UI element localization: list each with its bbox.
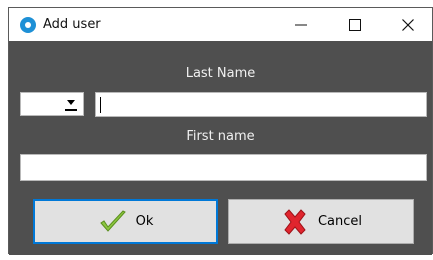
last-name-field[interactable]: [95, 92, 427, 117]
cancel-label: Cancel: [317, 214, 363, 229]
close-icon: [402, 18, 414, 31]
ok-button[interactable]: Ok: [33, 199, 218, 244]
title-bar[interactable]: Add user: [9, 8, 432, 41]
dropdown-arrow-button[interactable]: [60, 94, 82, 114]
combo-arrow-underline: [65, 109, 77, 111]
close-button[interactable]: [386, 8, 430, 41]
cancel-button[interactable]: Cancel: [228, 199, 414, 244]
dialog-body: Last Name First name Ok Cancel: [9, 41, 432, 255]
app-icon: [20, 17, 36, 33]
checkmark-icon: [99, 209, 126, 232]
window-title: Add user: [43, 17, 101, 32]
last-name-label: Last Name: [185, 66, 256, 81]
first-name-label: First name: [186, 129, 255, 144]
minimize-button[interactable]: [279, 8, 323, 41]
add-user-dialog: Add user Last Name First name Ok Cancel: [8, 7, 433, 255]
red-x-icon: [284, 208, 306, 235]
title-combobox[interactable]: [20, 92, 84, 116]
minimize-icon: [295, 24, 307, 25]
maximize-icon: [349, 18, 361, 31]
ok-label: Ok: [135, 214, 154, 229]
text-caret: [100, 97, 101, 113]
first-name-field[interactable]: [20, 154, 427, 181]
chevron-down-icon: [67, 100, 75, 105]
maximize-button[interactable]: [333, 8, 377, 41]
